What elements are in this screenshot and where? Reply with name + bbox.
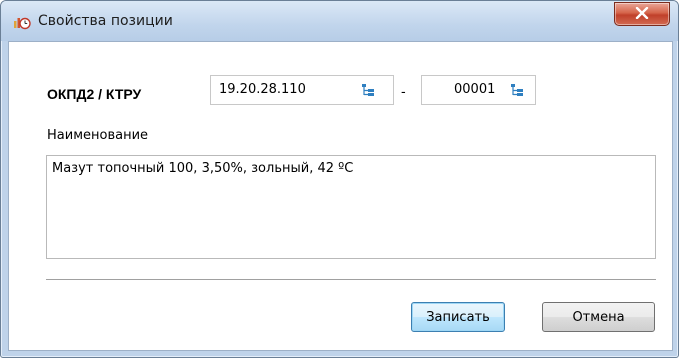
close-icon [635,6,649,22]
cancel-button-label: Отмена [572,309,625,325]
title-bar[interactable]: Свойства позиции [1,1,678,41]
name-textarea[interactable]: Мазут топочный 100, 3,50%, зольный, 42 º… [46,155,656,259]
save-button-label: Записать [426,309,490,325]
code-separator: - [401,83,406,99]
cancel-button[interactable]: Отмена [542,302,655,332]
okpd-code-value: 19.20.28.110 [219,82,306,97]
tree-select-icon[interactable] [361,83,375,97]
ktru-code-field[interactable]: 00001 [421,75,536,105]
dialog-body: ОКПД2 / КТРУ 19.20.28.110 - 00001 Наимен… [8,41,673,351]
divider [46,279,656,281]
ktru-code-value: 00001 [454,82,496,97]
okpd-ktru-label: ОКПД2 / КТРУ [47,86,142,102]
close-button[interactable] [614,2,670,26]
save-button[interactable]: Записать [411,302,505,332]
dialog-window: Свойства позиции ОКПД2 / КТРУ 19.20.28.1… [0,0,679,358]
name-label: Наименование [47,128,149,143]
okpd-code-field[interactable]: 19.20.28.110 [210,75,394,105]
name-value: Мазут топочный 100, 3,50%, зольный, 42 º… [52,161,354,176]
app-icon [13,14,31,30]
tree-select-icon[interactable] [510,83,524,97]
window-title: Свойства позиции [38,13,173,29]
